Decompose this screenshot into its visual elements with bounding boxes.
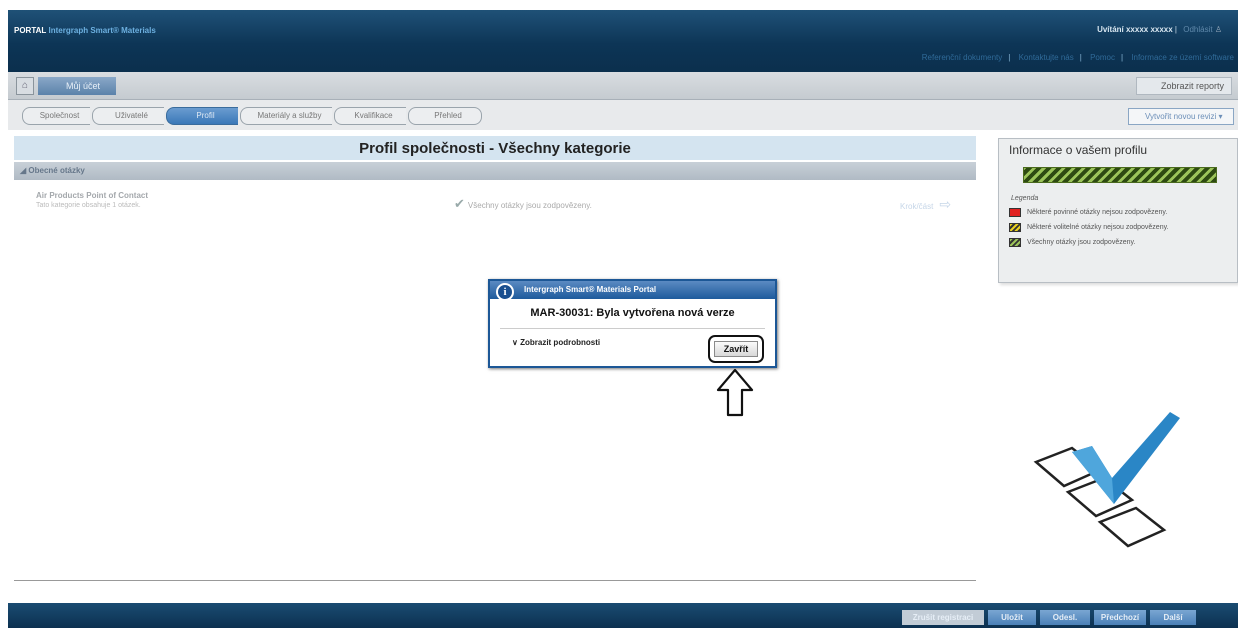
logout-link[interactable]: Odhlásit: [1183, 25, 1212, 34]
dialog-message: MAR-30031: Byla vytvořena nová verze: [530, 307, 735, 319]
cancel-registration-button[interactable]: Zrušit registraci: [902, 610, 984, 625]
show-details-toggle[interactable]: ∨ Zobrazit podrobnosti: [512, 338, 600, 347]
show-reports-button[interactable]: Zobrazit reporty ▾: [1136, 77, 1232, 107]
legend-item: Některé povinné otázky nejsou zodpovězen…: [1009, 208, 1167, 217]
info-icon: i: [496, 283, 514, 301]
section-header[interactable]: ◢ Obecné otázky: [14, 162, 976, 180]
my-account-tab[interactable]: Můj účet: [38, 77, 116, 95]
dialog-title: Intergraph Smart® Materials Portal: [524, 285, 657, 294]
page-title: Profil společnosti - Všechny kategorie: [359, 140, 631, 157]
close-button-highlight: Zavřít: [708, 335, 764, 363]
divider: [14, 580, 976, 581]
legend-item: Některé volitelné otázky nejsou zodpověz…: [1009, 223, 1169, 232]
step-profile[interactable]: Profil: [166, 107, 238, 125]
arrow-right-icon: ⇨: [939, 196, 952, 212]
header-bar: PORTAL Intergraph Smart® Materials Uvítá…: [8, 10, 1238, 72]
arrow-up-icon: [716, 368, 754, 417]
dialog-divider: [500, 328, 765, 329]
user-icon[interactable]: ♙: [1215, 25, 1222, 34]
dialog-header: Intergraph Smart® Materials Portal: [490, 281, 775, 299]
new-revision-dropdown[interactable]: Vytvořit novou revizi ▾: [1128, 108, 1234, 125]
link-help[interactable]: Pomoc: [1090, 53, 1115, 62]
message-dialog: Intergraph Smart® Materials Portal i MAR…: [488, 279, 777, 368]
check-icon: ✔: [454, 196, 465, 211]
close-button[interactable]: Zavřít: [714, 341, 758, 357]
collapse-icon[interactable]: ◢: [20, 166, 26, 175]
red-status-icon: [1009, 208, 1021, 217]
legend-title: Legenda: [1011, 195, 1039, 202]
category-subtitle: Tato kategorie obsahuje 1 otázek.: [36, 202, 141, 209]
step-link[interactable]: Krok/část ⇨: [900, 196, 951, 213]
brand-logo: PORTAL Intergraph Smart® Materials: [14, 26, 156, 35]
step-navigation: Společnost Uživatelé Profil Materiály a …: [8, 100, 1238, 130]
profile-info-panel: Informace o vašem profilu Legenda Někter…: [998, 138, 1238, 283]
green-status-icon: [1009, 238, 1021, 247]
category-title[interactable]: Air Products Point of Contact: [36, 191, 148, 200]
profile-progress-bar: [1023, 167, 1217, 183]
step-users[interactable]: Uživatelé: [92, 107, 164, 125]
submit-button[interactable]: Odesl.: [1040, 610, 1090, 625]
link-contact-us[interactable]: Kontaktujte nás: [1019, 53, 1074, 62]
home-icon[interactable]: ⌂: [16, 77, 34, 95]
legend-item: Všechny otázky jsou zodpovězeny.: [1009, 238, 1135, 247]
welcome-text: Uvítání xxxxx xxxxx: [1097, 25, 1173, 34]
app-window: PORTAL Intergraph Smart® Materials Uvítá…: [0, 0, 1238, 628]
panel-title: Informace o vašem profilu: [1009, 143, 1148, 157]
step-qualification[interactable]: Kvalifikace: [334, 107, 406, 125]
step-company[interactable]: Společnost: [22, 107, 90, 125]
step-materials-services[interactable]: Materiály a služby: [240, 107, 332, 125]
link-reference-documents[interactable]: Referenční dokumenty: [922, 53, 1003, 62]
footer-bar: Zrušit registraci Uložit Odesl. Předchoz…: [8, 603, 1238, 628]
chevron-down-icon: ∨: [512, 338, 518, 347]
save-button[interactable]: Uložit: [988, 610, 1036, 625]
checklist-illustration: [1033, 412, 1180, 548]
link-software-info[interactable]: Informace ze území software: [1131, 53, 1234, 62]
section-label: Obecné otázky: [28, 166, 85, 175]
previous-button[interactable]: Předchozí: [1094, 610, 1146, 625]
header-links: Referenční dokumenty | Kontaktujte nás | P…: [921, 53, 1234, 62]
step-overview[interactable]: Přehled: [408, 107, 482, 125]
yellow-status-icon: [1009, 223, 1021, 232]
next-button[interactable]: Další: [1150, 610, 1196, 625]
chevron-down-icon: ▾: [1218, 112, 1223, 121]
welcome-area: Uvítání xxxxx xxxxx | Odhlásit ♙: [1097, 25, 1222, 34]
toolbar: ⌂ Můj účet Zobrazit reporty ▾: [8, 72, 1238, 107]
category-status: ✔ Všechny otázky jsou zodpovězeny.: [454, 196, 592, 211]
